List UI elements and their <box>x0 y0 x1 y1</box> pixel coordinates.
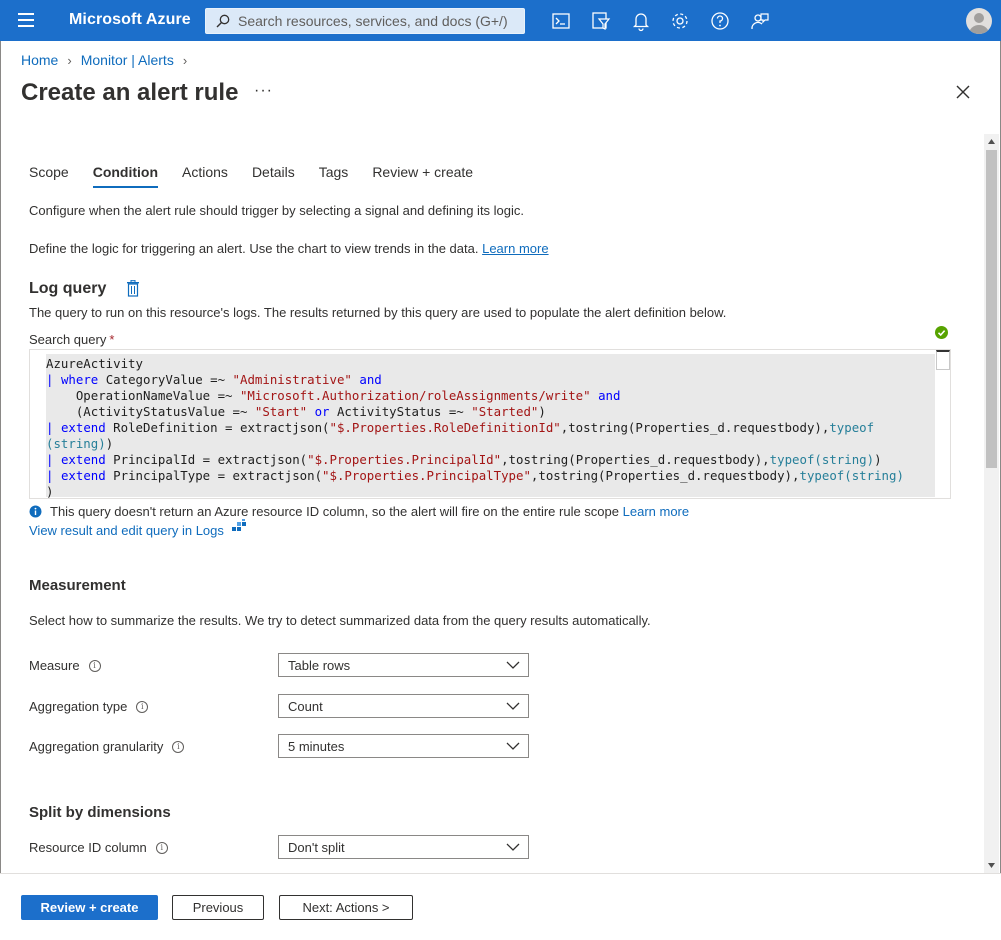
tab-condition[interactable]: Condition <box>92 164 159 188</box>
logs-icon[interactable] <box>231 518 247 535</box>
delete-query-icon[interactable] <box>126 280 140 297</box>
notifications-icon[interactable] <box>630 10 652 32</box>
search-placeholder: Search resources, services, and docs (G+… <box>238 13 508 29</box>
next-actions-button[interactable]: Next: Actions > <box>279 895 413 920</box>
search-query-label: Search query * <box>29 332 114 347</box>
scroll-down-arrow-icon[interactable] <box>987 861 996 870</box>
aggregation-granularity-dropdown[interactable]: 5 minutes <box>278 734 529 758</box>
code-line: | extend PrincipalType = extractjson("$.… <box>46 468 904 483</box>
hamburger-menu-icon[interactable] <box>18 13 34 27</box>
resource-id-column-dropdown[interactable]: Don't split <box>278 835 529 859</box>
measurement-title: Measurement <box>29 577 126 594</box>
resource-id-column-label-text: Resource ID column <box>29 840 147 855</box>
aggregation-granularity-label: Aggregation granularity i <box>29 739 185 754</box>
define-logic-text: Define the logic for triggering an alert… <box>29 241 479 256</box>
split-dimensions-title: Split by dimensions <box>29 804 171 821</box>
cloud-shell-icon[interactable] <box>550 10 572 32</box>
breadcrumb-home[interactable]: Home <box>21 52 58 68</box>
aggregation-type-label: Aggregation type i <box>29 699 149 714</box>
code-line: (ActivityStatusValue =~ "Start" or Activ… <box>46 404 546 419</box>
wizard-footer: Review + create Previous Next: Actions > <box>0 873 1001 940</box>
measure-label-text: Measure <box>29 658 80 673</box>
resource-id-info: This query doesn't return an Azure resou… <box>29 504 689 519</box>
resource-id-column-value: Don't split <box>288 839 345 855</box>
code-line: ) <box>46 484 54 499</box>
code-line: AzureActivity <box>46 356 143 371</box>
user-avatar[interactable] <box>966 8 992 34</box>
info-icon <box>29 505 42 518</box>
required-marker: * <box>109 332 115 347</box>
tab-scope[interactable]: Scope <box>29 164 69 186</box>
code-line: | extend RoleDefinition = extractjson("$… <box>46 420 875 435</box>
code-line: | where CategoryValue =~ "Administrative… <box>46 372 382 387</box>
resource-id-column-label: Resource ID column i <box>29 840 168 855</box>
measure-dropdown[interactable]: Table rows <box>278 653 529 677</box>
search-icon <box>216 14 230 28</box>
breadcrumb-monitor-alerts[interactable]: Monitor | Alerts <box>81 52 174 68</box>
info-tooltip-icon[interactable]: i <box>172 740 185 753</box>
user-icon <box>969 13 989 34</box>
configure-description: Configure when the alert rule should tri… <box>29 203 525 218</box>
wizard-tabs: Scope Condition Actions Details Tags Rev… <box>29 164 497 188</box>
define-logic-description: Define the logic for triggering an alert… <box>29 241 549 256</box>
global-search-input[interactable]: Search resources, services, and docs (G+… <box>205 8 525 34</box>
directory-filter-icon[interactable] <box>590 10 612 32</box>
previous-button[interactable]: Previous <box>172 895 264 920</box>
tab-details[interactable]: Details <box>252 164 295 186</box>
review-create-button[interactable]: Review + create <box>21 895 158 920</box>
editor-minimap[interactable] <box>936 350 950 370</box>
info-text: This query doesn't return an Azure resou… <box>50 504 619 519</box>
tab-tags[interactable]: Tags <box>319 164 349 186</box>
page-title: Create an alert rule <box>21 79 239 106</box>
help-icon[interactable] <box>709 10 731 32</box>
measurement-description: Select how to summarize the results. We … <box>29 613 651 628</box>
view-result-in-logs-link[interactable]: View result and edit query in Logs <box>29 523 224 538</box>
info-tooltip-icon[interactable]: i <box>88 659 101 672</box>
info-learn-more-link[interactable]: Learn more <box>623 504 689 519</box>
scrollbar-thumb[interactable] <box>986 150 997 468</box>
code-line: (string)) <box>46 436 114 451</box>
scroll-up-arrow-icon[interactable] <box>987 137 996 146</box>
code-line: | extend PrincipalId = extractjson("$.Pr… <box>46 452 882 467</box>
log-query-description: The query to run on this resource's logs… <box>29 305 727 320</box>
info-tooltip-icon[interactable]: i <box>155 841 168 854</box>
feedback-icon[interactable] <box>749 10 771 32</box>
log-query-title: Log query <box>29 280 107 297</box>
top-bar: Microsoft Azure Search resources, servic… <box>0 0 1001 41</box>
search-query-editor[interactable]: AzureActivity | where CategoryValue =~ "… <box>29 349 951 499</box>
more-options-button[interactable]: ··· <box>254 82 273 100</box>
info-tooltip-icon[interactable]: i <box>136 700 149 713</box>
breadcrumb-chevron-icon: › <box>182 52 188 68</box>
aggregation-granularity-value: 5 minutes <box>288 738 345 754</box>
settings-icon[interactable] <box>669 10 691 32</box>
brand-name[interactable]: Microsoft Azure <box>69 11 191 29</box>
code-line: OperationNameValue =~ "Microsoft.Authori… <box>46 388 621 403</box>
chevron-down-icon <box>506 661 520 669</box>
valid-check-icon <box>935 326 948 339</box>
breadcrumb: Home › Monitor | Alerts › <box>21 52 196 68</box>
tab-review-create[interactable]: Review + create <box>372 164 473 186</box>
aggregation-type-value: Count <box>288 698 323 714</box>
search-query-label-text: Search query <box>29 332 107 347</box>
aggregation-granularity-label-text: Aggregation granularity <box>29 739 164 754</box>
aggregation-type-dropdown[interactable]: Count <box>278 694 529 718</box>
view-in-logs-row: View result and edit query in Logs <box>29 518 247 538</box>
chevron-down-icon <box>506 843 520 851</box>
chevron-down-icon <box>506 702 520 710</box>
chevron-down-icon <box>506 742 520 750</box>
learn-more-link[interactable]: Learn more <box>482 241 548 256</box>
measure-label: Measure i <box>29 658 101 673</box>
close-icon[interactable] <box>955 84 971 100</box>
aggregation-type-label-text: Aggregation type <box>29 699 128 714</box>
breadcrumb-chevron-icon: › <box>67 52 72 68</box>
query-code: AzureActivity | where CategoryValue =~ "… <box>46 356 904 499</box>
page-scrollbar[interactable] <box>984 134 999 874</box>
measure-value: Table rows <box>288 657 351 673</box>
tab-actions[interactable]: Actions <box>182 164 228 186</box>
